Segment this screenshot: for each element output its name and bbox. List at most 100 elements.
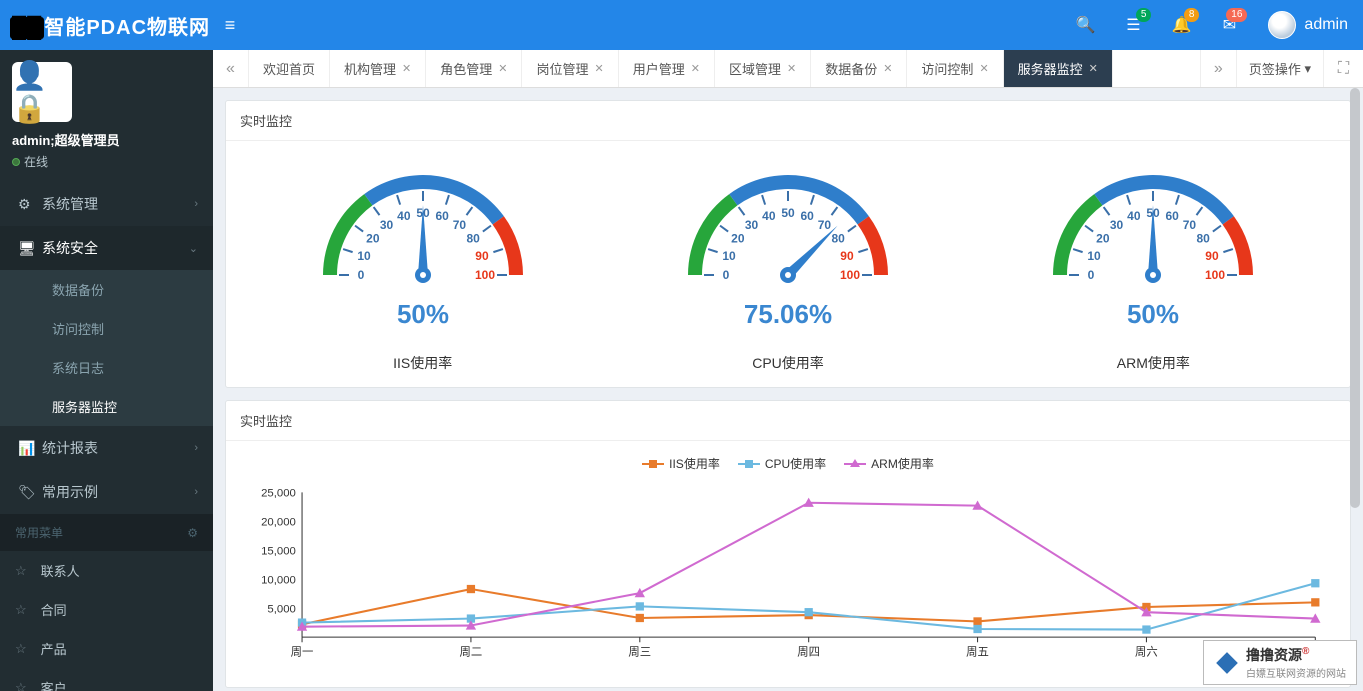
tab[interactable]: 服务器监控✕	[1004, 50, 1113, 87]
mail-icon[interactable]: ✉16	[1205, 0, 1253, 50]
avatar	[1268, 11, 1296, 39]
tab[interactable]: 用户管理✕	[619, 50, 715, 87]
user-panel: 👤🔒 admin;超级管理员 在线	[0, 50, 213, 182]
close-icon[interactable]: ✕	[979, 62, 988, 75]
svg-text:周四: 周四	[797, 646, 820, 659]
gauge-label: ARM使用率	[1033, 353, 1273, 373]
submenu-item[interactable]: 服务器监控	[0, 387, 213, 426]
tab[interactable]: 访问控制 ✕	[907, 50, 1003, 87]
tab-scroll-right-icon[interactable]: »	[1200, 50, 1236, 87]
svg-text:40: 40	[397, 209, 411, 223]
close-icon[interactable]: ✕	[1089, 62, 1098, 75]
menu-label: 系统管理	[42, 194, 98, 214]
favorite-item[interactable]: ☆合同	[0, 590, 213, 629]
menu-item-3[interactable]: 🏷常用示例›	[0, 470, 213, 514]
svg-text:15,000: 15,000	[261, 545, 296, 557]
tab[interactable]: 岗位管理 ✕	[522, 50, 618, 87]
tab-label: 岗位管理	[536, 59, 588, 78]
tab[interactable]: 机构管理✕	[330, 50, 426, 87]
legend-symbol	[844, 459, 866, 469]
gauge-chart: 010203040506070809010075.06%	[668, 155, 908, 345]
close-icon[interactable]: ✕	[691, 62, 700, 75]
menu-item-0[interactable]: ⚙系统管理›	[0, 182, 213, 226]
star-icon: ☆	[15, 602, 27, 618]
svg-text:70: 70	[1183, 218, 1197, 232]
tab[interactable]: 角色管理✕	[426, 50, 522, 87]
legend-label: ARM使用率	[871, 455, 934, 472]
svg-text:10: 10	[1088, 249, 1102, 263]
user-menu[interactable]: admin	[1253, 11, 1363, 39]
svg-text:70: 70	[818, 218, 832, 232]
svg-text:90: 90	[475, 249, 489, 263]
app-header: ██智能PDAC物联网 ≡ 🔍 ☰5 🔔8 ✉16 admin	[0, 0, 1363, 50]
tab-label: 访问控制	[921, 59, 973, 78]
svg-text:周五: 周五	[966, 646, 989, 659]
bell-icon[interactable]: 🔔8	[1157, 0, 1205, 50]
svg-text:100: 100	[1205, 268, 1225, 282]
svg-text:80: 80	[1197, 232, 1211, 246]
tab[interactable]: 欢迎首页	[249, 50, 330, 87]
tab-label: 数据备份	[825, 59, 877, 78]
svg-text:90: 90	[1206, 249, 1220, 263]
close-icon[interactable]: ✕	[498, 62, 507, 75]
svg-text:90: 90	[840, 249, 854, 263]
search-icon[interactable]: 🔍	[1061, 0, 1109, 50]
svg-text:50: 50	[781, 206, 795, 220]
tab[interactable]: 区域管理✕	[715, 50, 811, 87]
panel-title: 实时监控	[226, 101, 1350, 141]
tab[interactable]: 数据备份 ✕	[811, 50, 907, 87]
tab-bar: « 欢迎首页机构管理✕角色管理✕岗位管理✕用户管理✕区域管理✕数据备份✕访问控制…	[213, 50, 1363, 88]
svg-text:80: 80	[466, 232, 480, 246]
legend-item[interactable]: IIS使用率	[642, 455, 720, 472]
watermark: 撸撸资源® 白嫖互联网资源的网站	[1203, 640, 1357, 685]
legend-item[interactable]: CPU使用率	[738, 455, 826, 472]
svg-text:0: 0	[1088, 268, 1095, 282]
app-logo: ██智能PDAC物联网	[10, 11, 210, 40]
favorite-item[interactable]: ☆客户	[0, 668, 213, 691]
gear-icon[interactable]: ⚙	[187, 526, 198, 540]
close-icon[interactable]: ✕	[402, 62, 411, 75]
legend-symbol	[738, 459, 760, 469]
svg-text:75.06%: 75.06%	[744, 299, 832, 329]
svg-text:10: 10	[357, 249, 371, 263]
tab-label: 欢迎首页	[263, 59, 315, 78]
username-label: admin	[1304, 16, 1348, 34]
svg-text:25,000: 25,000	[261, 487, 296, 499]
fullscreen-icon[interactable]: ⛶	[1323, 50, 1363, 87]
gauge-chart: 010203040506070809010050%	[303, 155, 543, 345]
close-icon[interactable]: ✕	[595, 62, 604, 75]
favorite-item[interactable]: ☆产品	[0, 629, 213, 668]
favorite-item[interactable]: ☆联系人	[0, 551, 213, 590]
svg-text:50%: 50%	[1127, 299, 1179, 329]
favorites-header: 常用菜单 ⚙	[0, 514, 213, 551]
svg-text:60: 60	[800, 209, 814, 223]
gauge-label: IIS使用率	[303, 353, 543, 373]
svg-text:30: 30	[380, 218, 394, 232]
star-icon: ☆	[15, 563, 27, 579]
tab-scroll-left-icon[interactable]: «	[213, 50, 249, 87]
close-icon[interactable]: ✕	[787, 62, 796, 75]
line-chart-panel: 实时监控 IIS使用率CPU使用率ARM使用率 5,00010,00015,00…	[225, 400, 1351, 688]
tab-operations-menu[interactable]: 页签操作 ▾	[1236, 50, 1323, 87]
svg-text:30: 30	[1110, 218, 1124, 232]
gauges-panel: 实时监控 010203040506070809010050%IIS使用率0102…	[225, 100, 1351, 388]
panel-title: 实时监控	[226, 401, 1350, 441]
gauge-wrap: 010203040506070809010075.06%CPU使用率	[668, 155, 908, 373]
tasks-icon[interactable]: ☰5	[1109, 0, 1157, 50]
svg-text:10,000: 10,000	[261, 574, 296, 586]
close-icon[interactable]: ✕	[883, 62, 892, 75]
star-icon: ☆	[15, 641, 27, 657]
submenu-item[interactable]: 数据备份	[0, 270, 213, 309]
svg-text:周三: 周三	[628, 646, 651, 659]
menu-item-2[interactable]: 📊统计报表›	[0, 426, 213, 470]
legend-item[interactable]: ARM使用率	[844, 455, 934, 472]
sidebar-toggle-icon[interactable]: ≡	[210, 15, 250, 36]
submenu-item[interactable]: 访问控制	[0, 309, 213, 348]
svg-text:20: 20	[731, 232, 745, 246]
scrollbar[interactable]	[1350, 88, 1360, 691]
submenu-item[interactable]: 系统日志	[0, 348, 213, 387]
chart-legend: IIS使用率 CPU使用率 ARM使用率	[240, 455, 1336, 472]
menu-item-1[interactable]: 🖥系统安全⌄	[0, 226, 213, 270]
user-status: 在线	[12, 153, 201, 170]
menu-icon: ⚙	[18, 196, 42, 213]
